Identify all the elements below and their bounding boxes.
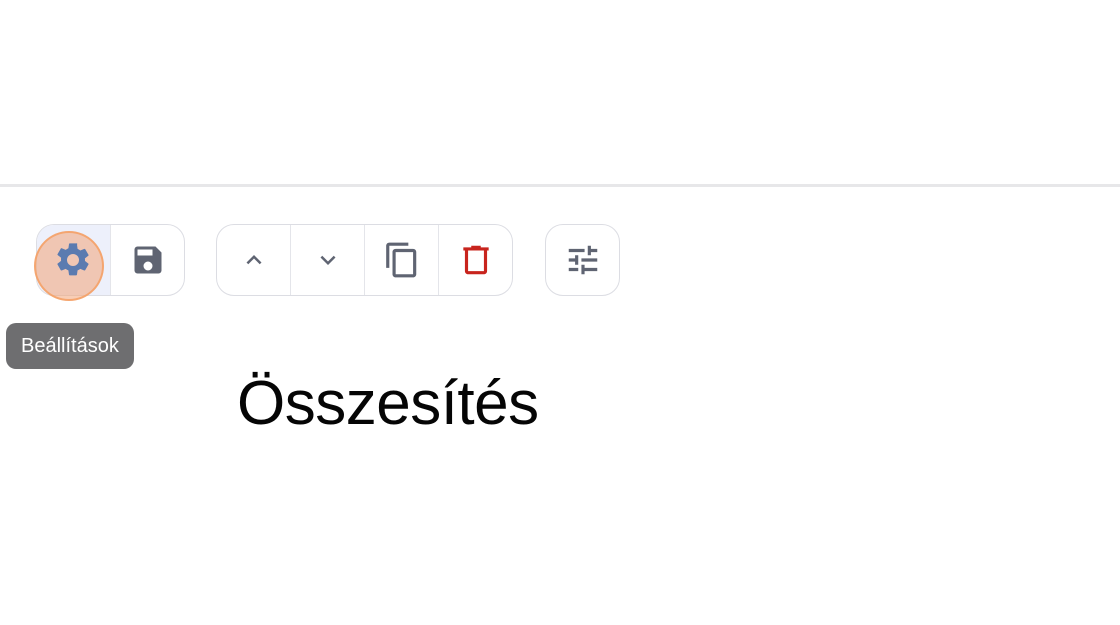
floppy-disk-icon — [134, 246, 161, 274]
delete-button[interactable] — [439, 225, 512, 295]
adjust-button[interactable] — [546, 225, 619, 295]
sliders-icon — [568, 245, 597, 275]
settings-icon-button[interactable] — [36, 225, 110, 295]
move-down-button[interactable] — [291, 225, 365, 295]
copy-icon — [385, 242, 416, 278]
save-button[interactable] — [111, 225, 184, 295]
gear-icon — [57, 243, 89, 276]
settings-tooltip: Beállítások — [6, 323, 134, 369]
page: Beállítások Összesítés — [0, 0, 1120, 625]
duplicate-button[interactable] — [365, 225, 439, 295]
toolbar-group-options — [545, 224, 620, 296]
chevron-down-icon — [320, 255, 335, 265]
section-divider — [0, 184, 1120, 187]
page-title: Összesítés — [237, 369, 539, 438]
chevron-up-icon — [246, 255, 261, 265]
toolbar-group-edit — [216, 224, 513, 296]
trash-icon — [462, 245, 489, 275]
move-up-button[interactable] — [217, 225, 291, 295]
